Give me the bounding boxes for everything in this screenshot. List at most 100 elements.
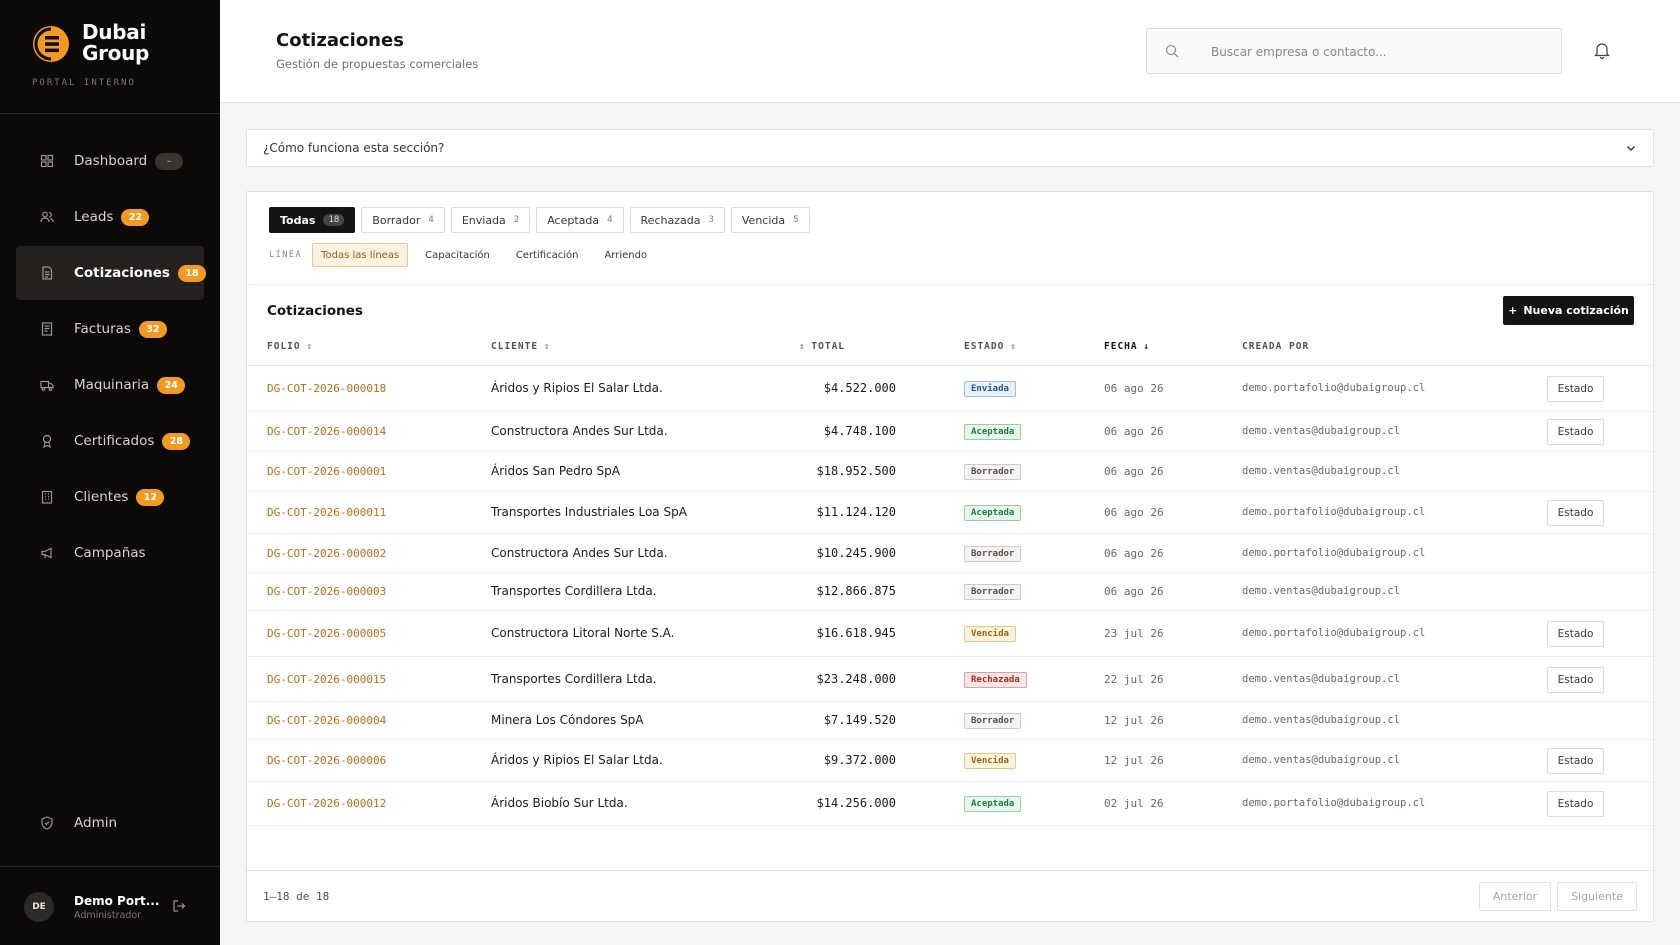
avatar[interactable]: DE [24, 892, 54, 922]
sidebar-item-label: Dashboard [74, 153, 148, 169]
column-cliente-label: CLIENTE [491, 341, 539, 352]
tab-enviada[interactable]: Enviada 2 [450, 207, 531, 233]
sidebar-item-facturas[interactable]: Facturas 32 [16, 302, 204, 356]
line-filter-option[interactable]: Certificación [507, 243, 588, 267]
sidebar-item-label: Facturas [74, 321, 131, 337]
quote-folio-link[interactable]: DG-COT-2026-000002 [267, 547, 386, 560]
created-by: demo.portafolio@dubaigroup.cl [1242, 627, 1426, 639]
change-status-button[interactable]: Estado [1547, 376, 1604, 402]
status-cell: Aceptada [964, 795, 1022, 812]
status-cell: Aceptada [964, 423, 1022, 440]
sort-icon: ⇕ [799, 341, 806, 352]
column-fecha[interactable]: FECHA ↓ [1104, 341, 1150, 352]
column-cliente[interactable]: CLIENTE ⇕ [491, 341, 550, 352]
arrow-down-icon: ↓ [1143, 341, 1151, 352]
page-subtitle: Gestión de propuestas comerciales [276, 57, 479, 71]
status-cell: Rechazada [964, 671, 1027, 688]
column-fecha-label: FECHA [1104, 341, 1138, 352]
tab-borrador[interactable]: Borrador 4 [361, 207, 445, 233]
change-status-button[interactable]: Estado [1547, 500, 1604, 526]
sidebar-item-clientes[interactable]: Clientes 12 [16, 470, 204, 524]
table-row[interactable]: DG-COT-2026-000015 Transportes Cordillera… [247, 657, 1653, 702]
sort-icon: ⇕ [1010, 341, 1017, 352]
quote-folio-link[interactable]: DG-COT-2026-000006 [267, 754, 386, 767]
sidebar-item-label: Admin [74, 815, 118, 831]
search-icon [1165, 44, 1179, 58]
change-status-button[interactable]: Estado [1547, 667, 1604, 693]
line-filter-option[interactable]: Capacitación [416, 243, 499, 267]
client-name: Transportes Cordillera Ltda. [491, 584, 657, 598]
table-row[interactable]: DG-COT-2026-000003 Transportes Cordillera… [247, 573, 1653, 611]
tab-rechazada[interactable]: Rechazada 3 [629, 207, 725, 233]
table-row[interactable]: DG-COT-2026-000018 Áridos y Ripios El Sal… [247, 366, 1653, 412]
change-status-button[interactable]: Estado [1547, 791, 1604, 817]
table-row[interactable]: DG-COT-2026-000001 Áridos San Pedro SpA $1… [247, 452, 1653, 492]
count-badge: 28 [162, 432, 191, 450]
logout-icon[interactable] [172, 899, 186, 913]
quote-date: 06 ago 26 [1104, 465, 1164, 478]
column-estado[interactable]: ESTADO ⇕ [964, 341, 1017, 352]
quote-date: 06 ago 26 [1104, 506, 1164, 519]
sidebar-item-admin[interactable]: Admin [16, 796, 204, 850]
created-by: demo.ventas@dubaigroup.cl [1242, 673, 1401, 685]
user-panel: DE Demo Port... Administrador [0, 866, 220, 945]
tab-vencida[interactable]: Vencida 5 [730, 207, 810, 233]
quote-folio-link[interactable]: DG-COT-2026-000014 [267, 425, 386, 438]
tab-label: Rechazada [640, 213, 701, 227]
quote-folio-link[interactable]: DG-COT-2026-000015 [267, 673, 386, 686]
table-row[interactable]: DG-COT-2026-000005 Constructora Litoral N… [247, 611, 1653, 657]
table-row[interactable]: DG-COT-2026-000012 Áridos Biobío Sur Ltda… [247, 782, 1653, 826]
sidebar-item-certificados[interactable]: Certificados 28 [16, 414, 204, 468]
change-status-button[interactable]: Estado [1547, 419, 1604, 445]
table-row[interactable]: DG-COT-2026-000014 Constructora Andes Sur… [247, 412, 1653, 452]
sidebar-admin: Admin [16, 796, 204, 852]
search-input[interactable] [1211, 41, 1541, 63]
status-cell: Enviada [964, 380, 1016, 397]
grid-icon [40, 154, 54, 168]
sidebar-item-cotizaciones[interactable]: Cotizaciones 18 [16, 246, 206, 300]
search-box [1146, 28, 1562, 74]
tab-aceptada[interactable]: Aceptada 4 [536, 207, 624, 233]
column-total[interactable]: ⇕ TOTAL [799, 341, 845, 352]
line-filter-option[interactable]: Todas las líneas [312, 243, 409, 267]
prev-page-button[interactable]: Anterior [1479, 882, 1551, 911]
tab-count: 4 [428, 215, 434, 225]
table-row[interactable]: DG-COT-2026-000002 Constructora Andes Sur… [247, 534, 1653, 573]
quote-folio-link[interactable]: DG-COT-2026-000003 [267, 585, 386, 598]
new-quote-button[interactable]: + Nueva cotización [1503, 296, 1634, 325]
client-name: Áridos San Pedro SpA [491, 464, 620, 478]
quote-folio-link[interactable]: DG-COT-2026-000011 [267, 506, 386, 519]
tab-todas[interactable]: Todas 18 [269, 207, 356, 233]
status-badge: Borrador [964, 584, 1022, 600]
change-status-button[interactable]: Estado [1547, 748, 1604, 774]
help-accordion[interactable]: ¿Cómo funciona esta sección? [246, 129, 1654, 167]
sidebar-item-leads[interactable]: Leads 22 [16, 190, 204, 244]
quote-folio-link[interactable]: DG-COT-2026-000012 [267, 797, 386, 810]
change-status-button[interactable]: Estado [1547, 621, 1604, 647]
quote-folio-link[interactable]: DG-COT-2026-000001 [267, 465, 386, 478]
sidebar-item-maquinaria[interactable]: Maquinaria 24 [16, 358, 204, 412]
quote-total: $4.748.100 [823, 424, 896, 438]
quote-folio-link[interactable]: DG-COT-2026-000005 [267, 627, 386, 640]
sidebar-item-campanas[interactable]: Campañas [16, 526, 204, 580]
bell-icon[interactable] [1594, 41, 1610, 59]
sort-icon: ⇕ [544, 341, 551, 352]
quote-folio-link[interactable]: DG-COT-2026-000004 [267, 714, 386, 727]
quote-folio-link[interactable]: DG-COT-2026-000018 [267, 382, 386, 395]
line-filter-option[interactable]: Arriendo [595, 243, 656, 267]
status-badge: Vencida [964, 626, 1016, 642]
table-row[interactable]: DG-COT-2026-000011 Transportes Industrial… [247, 492, 1653, 534]
brand-name-line2: Group [82, 41, 150, 65]
table-row[interactable]: DG-COT-2026-000004 Minera Los Cóndores Sp… [247, 702, 1653, 740]
sidebar-nav: Dashboard – Leads 22 Cotizaciones 18 Facturas 3… [16, 134, 206, 582]
tab-label: Borrador [372, 213, 421, 227]
user-name: Demo Port... [74, 894, 160, 908]
count-badge: 18 [177, 264, 206, 282]
column-folio[interactable]: FOLIO ⇕ [267, 341, 313, 352]
document-icon [40, 266, 54, 280]
table-row[interactable]: DG-COT-2026-000006 Áridos y Ripios El Sal… [247, 740, 1653, 782]
sidebar-item-dashboard[interactable]: Dashboard – [16, 134, 204, 188]
created-by: demo.ventas@dubaigroup.cl [1242, 465, 1401, 477]
count-badge: 12 [136, 488, 165, 506]
next-page-button[interactable]: Siguiente [1557, 882, 1637, 911]
